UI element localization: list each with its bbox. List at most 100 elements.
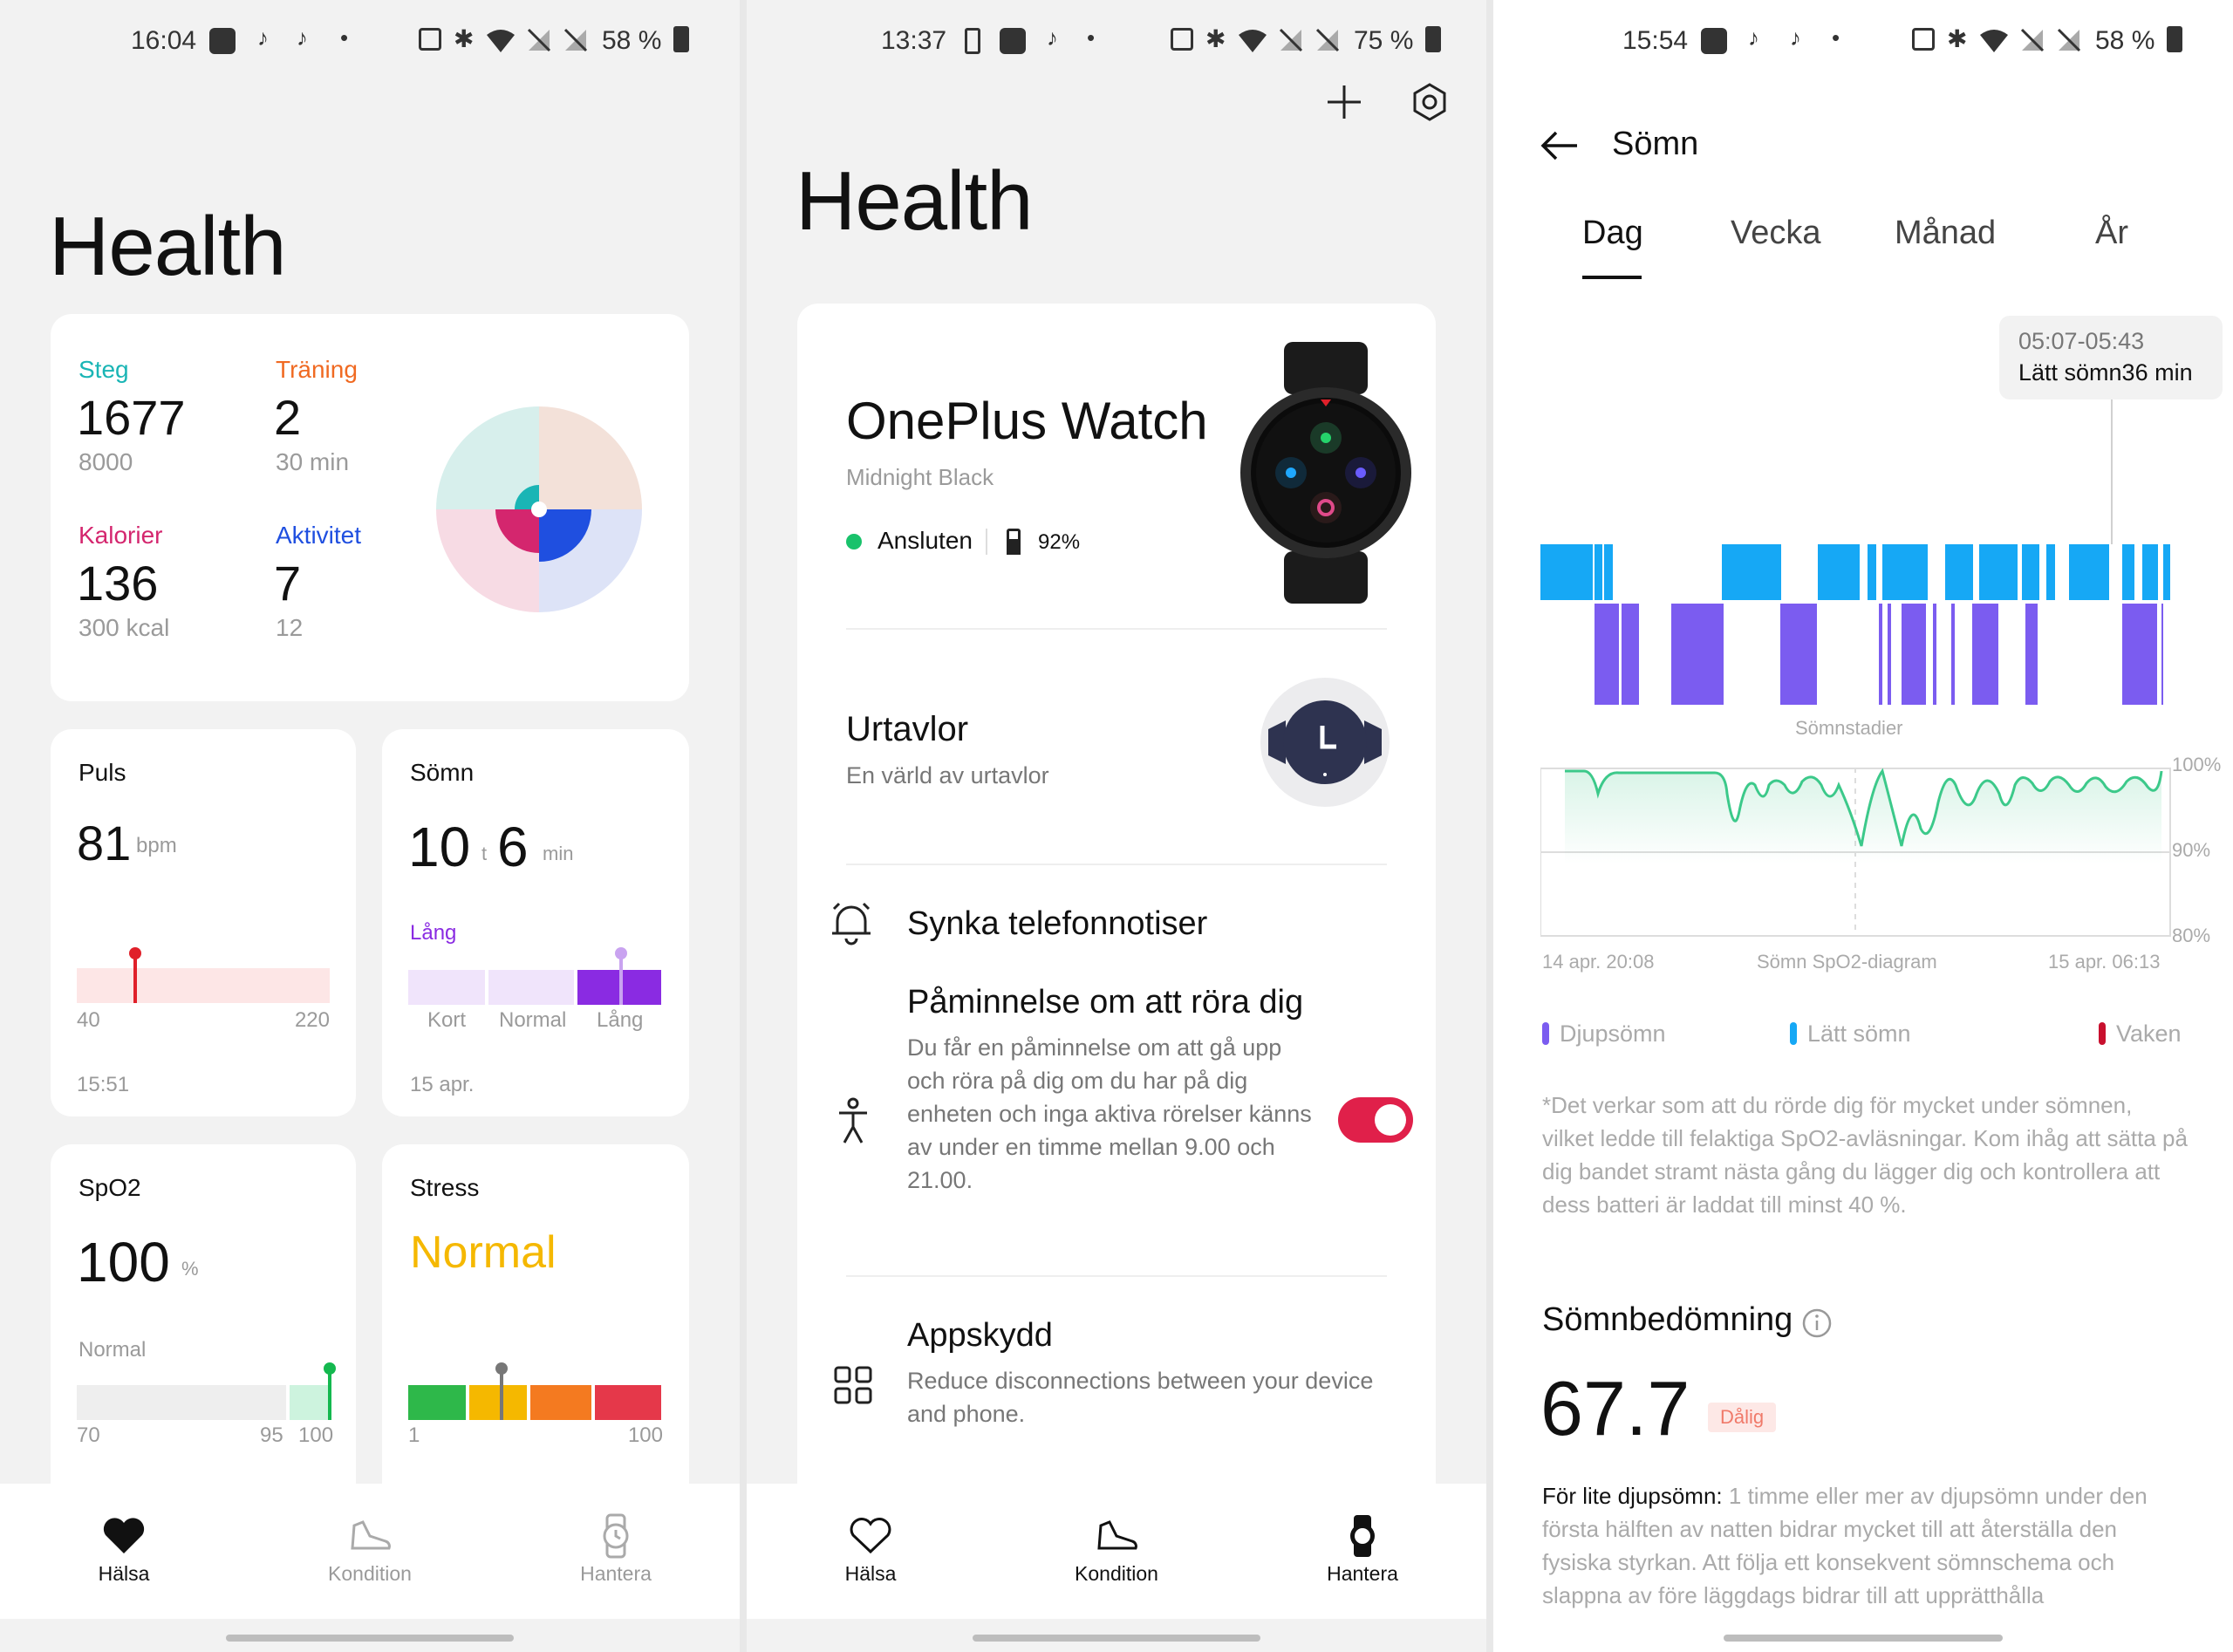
tooltip-text: Lätt sömn36 min	[2018, 359, 2193, 386]
tooltip-line	[2111, 399, 2113, 544]
tiktok-icon-2: ♪	[1790, 24, 1801, 51]
tab-dag[interactable]: Dag	[1582, 215, 1643, 252]
steps-label: Steg	[79, 356, 129, 383]
page-title: Health	[49, 200, 286, 293]
sleep-card[interactable]: Sömn 10 t 6 min Lång Kort Normal Lång 15…	[382, 729, 689, 1116]
pulse-marker	[133, 954, 137, 1003]
wifi-icon	[1980, 30, 2008, 52]
no-signal-icon-2	[563, 28, 588, 52]
tab-ar[interactable]: År	[2095, 215, 2128, 252]
device-status: Ansluten	[877, 527, 973, 554]
move-reminder-item[interactable]: Påminnelse om att röra dig Du får en påm…	[797, 984, 1436, 1272]
nav-item-hantera[interactable]: Hantera	[1275, 1510, 1450, 1586]
status-bar: 15:54 ♪ ♪ • ✱ 58 %	[1493, 24, 2233, 63]
sync-notifications-item[interactable]: Synka telefonnotiser	[797, 870, 1436, 975]
legend-deep-swatch	[1542, 1022, 1549, 1045]
activity-label: Aktivitet	[276, 522, 362, 549]
status-bar: 16:04 ♪ ♪ • ✱ 58 %	[0, 24, 740, 63]
legend-light-label: Lätt sömn	[1807, 1021, 1911, 1047]
sleep-marker	[619, 954, 623, 1005]
stress-bar-relaxed	[408, 1385, 466, 1420]
divider-2	[846, 864, 1387, 865]
tab-manad[interactable]: Månad	[1895, 215, 1996, 252]
toggle-knob	[1375, 1104, 1406, 1136]
spo2-value: 100	[77, 1231, 170, 1294]
light-sleep-segment	[2022, 544, 2039, 600]
tiktok-icon-2: ♪	[297, 24, 308, 51]
activity-summary-card[interactable]: Steg 1677 8000 Träning 2 30 min Kalorier…	[51, 314, 689, 701]
watchfaces-item[interactable]: Urtavlor En värld av urtavlor	[797, 631, 1436, 867]
reminder-toggle[interactable]	[1338, 1097, 1413, 1143]
spo2-x-start: 14 apr. 20:08	[1542, 951, 1655, 973]
stress-min: 1	[408, 1423, 420, 1447]
back-arrow-icon[interactable]	[1540, 131, 1579, 160]
sleep-title: Sömn	[410, 759, 475, 786]
legend-deep-label: Djupsömn	[1560, 1021, 1666, 1047]
sleep-tooltip: 05:07-05:43 Lätt sömn36 min	[1999, 316, 2223, 399]
tiktok-icon: ♪	[1748, 24, 1759, 51]
calories-value: 136	[77, 556, 159, 611]
wifi-icon	[1239, 30, 1267, 52]
sleep-score-badge: Dålig	[1708, 1403, 1777, 1432]
add-icon[interactable]	[1326, 84, 1362, 120]
tab-vecka[interactable]: Vecka	[1731, 215, 1821, 252]
spo2-line-chart	[1540, 768, 2171, 937]
watchfaces-subtitle: En värld av urtavlor	[846, 762, 1049, 788]
deep-sleep-segment	[2161, 604, 2163, 705]
battery-percent: 58 %	[2095, 26, 2155, 55]
spo2-bar-normal	[290, 1385, 330, 1420]
nav-item-hantera[interactable]: Hantera	[529, 1510, 703, 1586]
spo2-axis-min: 70	[77, 1423, 100, 1447]
light-sleep-segment	[1540, 544, 1593, 600]
no-signal-icon-2	[2057, 28, 2081, 52]
nav-label-hantera: Hantera	[580, 1562, 652, 1585]
device-battery: 92%	[1038, 530, 1081, 554]
spo2-marker	[328, 1369, 331, 1420]
nav-item-halsa[interactable]: Hälsa	[37, 1510, 211, 1586]
pulse-max: 220	[294, 1008, 330, 1032]
sleep-bar-short	[408, 970, 485, 1005]
light-sleep-segment	[2142, 544, 2158, 600]
page-title: Sömn	[1612, 126, 1699, 162]
spo2-title: SpO2	[79, 1174, 141, 1201]
nav-label-halsa: Hälsa	[844, 1562, 897, 1585]
deep-sleep-segment	[1888, 604, 1891, 705]
calories-goal: 300 kcal	[79, 614, 170, 641]
app-guard-item[interactable]: Appskydd Reduce disconnections between y…	[797, 1280, 1436, 1455]
shoe-icon	[1097, 1520, 1137, 1550]
spo2-x-title: Sömn SpO2-diagram	[1757, 951, 1937, 973]
no-signal-icon	[2020, 28, 2045, 52]
settings-icon[interactable]	[1410, 82, 1450, 122]
nav-item-halsa[interactable]: Hälsa	[783, 1510, 958, 1586]
sleep-hours: 10	[408, 816, 471, 878]
divider-3	[846, 1275, 1387, 1277]
nav-item-kondition[interactable]: Kondition	[1029, 1510, 1204, 1586]
deep-sleep-segment	[1671, 604, 1724, 705]
sleep-minutes: 6	[497, 816, 529, 878]
home-indicator[interactable]	[1724, 1635, 2003, 1642]
stress-card[interactable]: Stress Normal 1 100	[382, 1144, 689, 1511]
spo2-card[interactable]: SpO2 100 % Normal 70 95 100	[51, 1144, 356, 1511]
pulse-card[interactable]: Puls 81 bpm 40 220 15:51	[51, 729, 356, 1116]
nav-label-kondition: Kondition	[1075, 1562, 1158, 1585]
steps-value: 1677	[77, 390, 186, 445]
spo2-y-label-90: 90%	[2172, 839, 2211, 861]
pulse-min: 40	[77, 1008, 100, 1032]
activity-goal: 12	[276, 614, 304, 641]
person-move-icon	[839, 1097, 867, 1143]
home-indicator[interactable]	[973, 1635, 1260, 1642]
bell-icon	[832, 902, 871, 945]
home-indicator[interactable]	[226, 1635, 514, 1642]
health-overview-panel: 16:04 ♪ ♪ • ✱ 58 % Health Steg 1677 8000…	[0, 0, 740, 1652]
info-icon[interactable]	[1802, 1308, 1832, 1338]
spo2-status: Normal	[79, 1338, 147, 1362]
training-label: Träning	[276, 356, 358, 383]
stages-label: Sömnstadier	[1795, 717, 1903, 739]
nfc-icon	[1912, 28, 1935, 51]
battery-icon	[1425, 26, 1441, 52]
nav-item-kondition[interactable]: Kondition	[283, 1510, 457, 1586]
light-sleep-segment	[1868, 544, 1876, 600]
health-app-notification-icon	[1701, 28, 1727, 54]
sleep-label-long: Lång	[597, 1008, 644, 1032]
status-bar: 13:37 ♪ • ✱ 75 %	[747, 24, 1486, 63]
